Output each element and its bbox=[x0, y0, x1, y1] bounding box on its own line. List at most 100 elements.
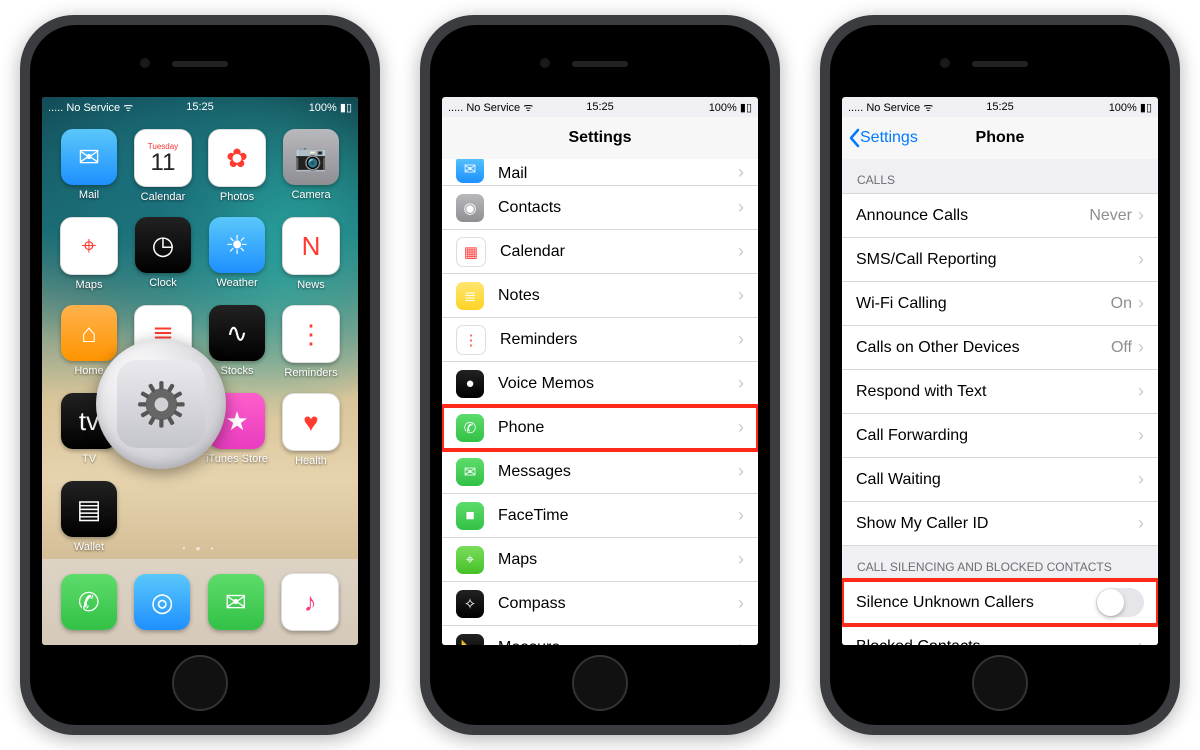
app-icon: ▤ bbox=[61, 481, 117, 537]
app-news[interactable]: NNews bbox=[276, 217, 346, 303]
settings-row-notes[interactable]: ≣ Notes › bbox=[442, 274, 758, 318]
dock: ✆Phone ◎Safari ✉︎Messages ♪Music bbox=[42, 559, 358, 645]
row-announce-calls[interactable]: Announce CallsNever› bbox=[842, 193, 1158, 238]
row-icon: 📐 bbox=[456, 634, 484, 646]
row-blocked-contacts[interactable]: Blocked Contacts› bbox=[842, 625, 1158, 645]
app-icon: N bbox=[282, 217, 340, 275]
app-icon: ⌖ bbox=[60, 217, 118, 275]
row-icon: ✧ bbox=[456, 590, 484, 618]
settings-app-magnified[interactable] bbox=[96, 339, 226, 469]
app-label: Mail bbox=[79, 189, 99, 201]
app-calendar[interactable]: Tuesday11Calendar bbox=[128, 129, 198, 215]
app-label: Maps bbox=[76, 279, 103, 291]
row-icon: ≣ bbox=[456, 282, 484, 310]
row-label: Wi-Fi Calling bbox=[856, 295, 1111, 313]
row-label: Calls on Other Devices bbox=[856, 339, 1111, 357]
settings-row-calendar[interactable]: ▦ Calendar › bbox=[442, 230, 758, 274]
app-label: Photos bbox=[220, 191, 254, 203]
dock-app-music[interactable]: ♪Music bbox=[281, 573, 339, 631]
row-sms-call-reporting[interactable]: SMS/Call Reporting› bbox=[842, 238, 1158, 282]
row-wi-fi-calling[interactable]: Wi-Fi CallingOn› bbox=[842, 282, 1158, 326]
settings-row-mail[interactable]: ✉︎ Mail › bbox=[442, 159, 758, 186]
settings-list[interactable]: ✉︎ Mail ›◉ Contacts ›▦ Calendar ›≣ Notes… bbox=[442, 159, 758, 645]
section-header: CALLS bbox=[842, 159, 1158, 193]
app-icon: ♥ bbox=[282, 393, 340, 451]
row-label: Mail bbox=[498, 165, 738, 183]
app-reminders[interactable]: ⋮ Reminders bbox=[276, 305, 346, 391]
app-weather[interactable]: ☀︎Weather bbox=[202, 217, 272, 303]
app-health[interactable]: ♥Health bbox=[276, 393, 346, 479]
row-label: Messages bbox=[498, 463, 738, 481]
settings-row-phone[interactable]: ✆ Phone › bbox=[442, 406, 758, 450]
dock-app-safari[interactable]: ◎Safari bbox=[134, 574, 190, 630]
chevron-right-icon: › bbox=[738, 329, 744, 350]
settings-row-measure[interactable]: 📐 Measure › bbox=[442, 626, 758, 645]
chevron-right-icon: › bbox=[738, 162, 744, 183]
row-calls-on-other-devices[interactable]: Calls on Other DevicesOff› bbox=[842, 326, 1158, 370]
navbar-title: Phone bbox=[976, 129, 1025, 147]
section-header: CALL SILENCING AND BLOCKED CONTACTS bbox=[842, 546, 1158, 580]
chevron-right-icon: › bbox=[1138, 293, 1144, 314]
app-photos[interactable]: ✿ Photos bbox=[202, 129, 272, 215]
row-call-forwarding[interactable]: Call Forwarding› bbox=[842, 414, 1158, 458]
app-icon: ◎ bbox=[134, 574, 190, 630]
chevron-right-icon: › bbox=[738, 373, 744, 394]
toggle-switch[interactable] bbox=[1096, 588, 1144, 617]
app-label: Clock bbox=[149, 277, 177, 289]
battery-icon: ▮▯ bbox=[1140, 102, 1152, 114]
home-button[interactable] bbox=[572, 655, 628, 711]
chevron-right-icon: › bbox=[738, 285, 744, 306]
row-label: Maps bbox=[498, 551, 738, 569]
row-icon: ✉︎ bbox=[456, 458, 484, 486]
chevron-right-icon: › bbox=[738, 241, 744, 262]
app-camera[interactable]: 📷Camera bbox=[276, 129, 346, 215]
settings-row-messages[interactable]: ✉︎ Messages › bbox=[442, 450, 758, 494]
app-label: Reminders bbox=[284, 367, 337, 379]
app-label: Stocks bbox=[220, 365, 253, 377]
home-button[interactable] bbox=[172, 655, 228, 711]
settings-row-contacts[interactable]: ◉ Contacts › bbox=[442, 186, 758, 230]
row-label: Notes bbox=[498, 287, 738, 305]
row-icon: ◉ bbox=[456, 194, 484, 222]
settings-row-voice-memos[interactable]: ● Voice Memos › bbox=[442, 362, 758, 406]
settings-row-compass[interactable]: ✧ Compass › bbox=[442, 582, 758, 626]
app-icon: ✉︎ bbox=[61, 129, 117, 185]
battery-icon: ▮▯ bbox=[340, 102, 352, 114]
app-icon: ✆ bbox=[61, 574, 117, 630]
app-label: Calendar bbox=[141, 191, 186, 203]
app-label: iTunes Store bbox=[206, 453, 268, 465]
settings-row-maps[interactable]: ⌖ Maps › bbox=[442, 538, 758, 582]
battery-icon: ▮▯ bbox=[740, 102, 752, 114]
row-call-waiting[interactable]: Call Waiting› bbox=[842, 458, 1158, 502]
settings-row-reminders[interactable]: ⋮ Reminders › bbox=[442, 318, 758, 362]
row-respond-with-text[interactable]: Respond with Text› bbox=[842, 370, 1158, 414]
row-silence-unknown-callers[interactable]: Silence Unknown Callers bbox=[842, 580, 1158, 625]
status-bar: ..... No Service ᯤ 15:25 100% ▮▯ bbox=[442, 97, 758, 117]
row-icon: ⌖ bbox=[456, 546, 484, 574]
row-show-my-caller-id[interactable]: Show My Caller ID› bbox=[842, 502, 1158, 546]
settings-row-facetime[interactable]: ■ FaceTime › bbox=[442, 494, 758, 538]
dock-app-messages[interactable]: ✉︎Messages bbox=[208, 574, 264, 630]
chevron-right-icon: › bbox=[1138, 205, 1144, 226]
chevron-right-icon: › bbox=[1138, 249, 1144, 270]
app-icon: ✉︎ bbox=[208, 574, 264, 630]
home-button[interactable] bbox=[972, 655, 1028, 711]
app-icon: ⋮ bbox=[282, 305, 340, 363]
app-clock[interactable]: ◷Clock bbox=[128, 217, 198, 303]
app-maps[interactable]: ⌖ Maps bbox=[54, 217, 124, 303]
dock-app-phone[interactable]: ✆Phone bbox=[61, 574, 117, 630]
wifi-icon: ᯤ bbox=[523, 102, 533, 114]
device-settings: ..... No Service ᯤ 15:25 100% ▮▯ Setting… bbox=[420, 15, 780, 735]
app-icon: ⌂ bbox=[61, 305, 117, 361]
status-bar: ..... No Service ᯤ 15:25 100% ▮▯ bbox=[842, 97, 1158, 117]
row-label: Calendar bbox=[500, 243, 738, 261]
app-wallet[interactable]: ▤Wallet bbox=[54, 481, 124, 567]
phone-settings-list[interactable]: CALLSAnnounce CallsNever›SMS/Call Report… bbox=[842, 159, 1158, 645]
app-mail[interactable]: ✉︎ Mail bbox=[54, 129, 124, 215]
page-dots: • ● • bbox=[42, 544, 358, 553]
chevron-right-icon: › bbox=[1138, 513, 1144, 534]
row-icon: ● bbox=[456, 370, 484, 398]
row-label: Show My Caller ID bbox=[856, 515, 1138, 533]
app-icon: ✿ bbox=[208, 129, 266, 187]
back-button[interactable]: Settings bbox=[848, 128, 918, 148]
